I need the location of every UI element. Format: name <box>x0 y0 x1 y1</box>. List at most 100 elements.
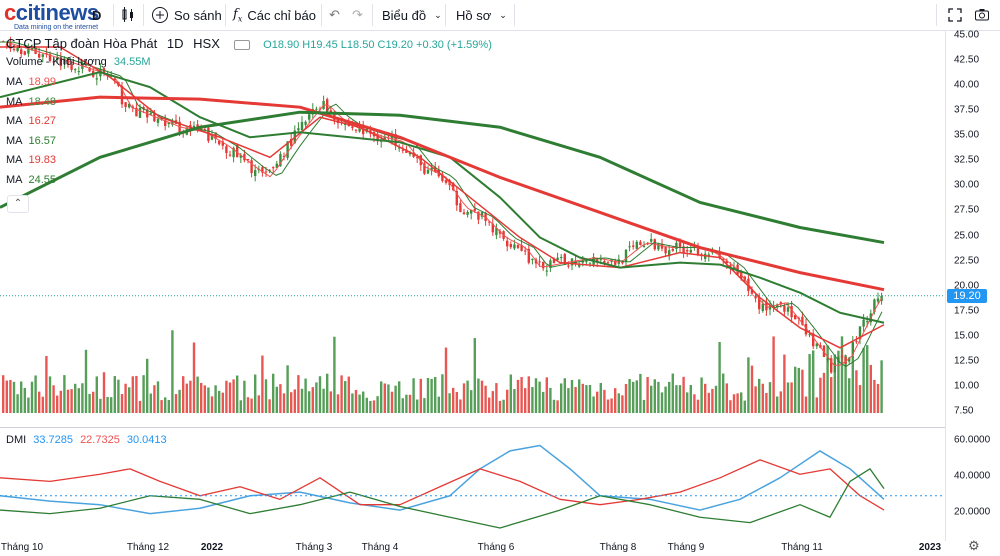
volume-bar <box>192 342 196 413</box>
volume-bar <box>185 383 188 413</box>
volume-bar <box>74 383 77 413</box>
candle-body <box>650 239 653 242</box>
volume-bar <box>459 399 462 413</box>
volume-bar <box>390 391 394 413</box>
volume-bar <box>830 377 833 413</box>
volume-bar <box>628 379 631 413</box>
volume-bar <box>524 388 527 413</box>
volume-bar <box>578 379 581 413</box>
volume-bar <box>200 382 203 413</box>
volume-bar <box>815 397 818 413</box>
volume-bar <box>758 378 761 413</box>
candle-body <box>678 242 682 248</box>
time-tick-label: Tháng 4 <box>361 542 399 553</box>
ma-legend-row: MA 16.27 <box>6 112 56 132</box>
time-axis[interactable]: Tháng 10 Tháng 12 2022 Tháng 3 Tháng 4 Tháng … <box>0 537 945 556</box>
profile-dropdown[interactable]: Hồ sơ ⌄ <box>456 0 507 30</box>
chart-type-dropdown[interactable]: Biểu đồ ⌄ <box>382 0 442 30</box>
exchange-name: HSX <box>193 36 220 51</box>
toolbar-divider <box>514 4 515 26</box>
volume-bar <box>686 392 689 413</box>
redo-icon: ↷ <box>352 7 363 22</box>
candle-body <box>228 154 232 156</box>
ma-legend-row: MA 18.48 <box>6 93 56 113</box>
collapse-legend-icon[interactable] <box>233 39 250 50</box>
candle-body <box>272 167 275 169</box>
toolbar-divider <box>225 4 226 26</box>
price-tick-label: 15.00 <box>954 330 980 342</box>
fullscreen-button[interactable] <box>947 0 963 30</box>
volume-bar <box>246 397 250 413</box>
volume-bar <box>110 397 113 413</box>
indicators-button[interactable]: fx Các chỉ báo <box>233 0 316 30</box>
volume-bar <box>664 386 667 413</box>
ma-legend: MA 18.99 MA 18.48 MA 16.27 MA 16.57 MA 19.83 MA 24.… <box>6 73 56 190</box>
volume-bar <box>750 365 754 413</box>
candle-body <box>95 78 98 80</box>
screenshot-button[interactable] <box>974 0 990 30</box>
collapse-legend-button[interactable]: ⌃ <box>7 195 29 213</box>
candle-body <box>635 241 638 249</box>
volume-bar <box>534 378 538 413</box>
volume-bar <box>509 374 512 413</box>
volume-bar <box>441 374 444 413</box>
undo-button[interactable]: ↶ <box>329 0 340 30</box>
ma-value: 16.57 <box>28 134 57 147</box>
volume-bar <box>383 383 386 413</box>
volume-bar <box>880 360 883 413</box>
ma-legend-row: MA 19.83 <box>6 151 56 171</box>
volume-bar <box>236 375 239 413</box>
redo-button[interactable]: ↷ <box>352 0 363 30</box>
interval-button[interactable]: D <box>92 0 101 30</box>
price-tick-label: 40.00 <box>954 79 980 91</box>
volume-bar <box>592 396 595 413</box>
volume-bar <box>563 378 566 413</box>
volume-bar <box>196 376 199 413</box>
candle-body <box>599 259 602 261</box>
volume-bar <box>506 389 509 413</box>
volume-bar <box>740 392 743 413</box>
candle-body <box>606 262 610 264</box>
volume-bar <box>124 383 127 413</box>
volume-bar <box>639 373 642 413</box>
volume-bar <box>300 388 304 413</box>
volume-bar <box>502 399 505 413</box>
volume-bar <box>768 382 772 413</box>
volume-bar <box>336 394 340 413</box>
compare-button[interactable]: So sánh <box>151 0 222 30</box>
undo-icon: ↶ <box>329 7 340 22</box>
candle-body <box>264 171 268 173</box>
volume-bar <box>786 382 790 413</box>
volume-bar <box>131 376 134 413</box>
volume-bar <box>221 392 224 413</box>
volume-bar <box>671 373 674 413</box>
volume-bar <box>430 378 433 413</box>
volume-bar <box>855 370 858 413</box>
volume-bar <box>822 372 826 413</box>
volume-bar <box>5 380 8 413</box>
citinews-logo: ccitinews Data mining on the internet <box>4 2 99 32</box>
candle-body <box>689 249 692 253</box>
price-axis[interactable]: 45.00 42.50 40.00 37.50 35.00 32.50 30.00 27.50… <box>945 30 1000 541</box>
volume-bar <box>603 389 606 413</box>
fx-icon: fx <box>233 6 243 24</box>
candle-body <box>509 244 512 248</box>
price-tick-label: 35.00 <box>954 129 980 141</box>
pane-divider[interactable] <box>0 427 945 428</box>
settings-gear-icon[interactable]: ⚙ <box>968 538 980 554</box>
candle-style-button[interactable] <box>120 0 136 30</box>
volume-bar <box>380 381 383 413</box>
volume-bar <box>311 387 314 413</box>
profile-label: Hồ sơ <box>456 7 492 23</box>
candle-body <box>686 250 689 252</box>
volume-bar <box>182 376 185 413</box>
candle-body <box>696 248 700 255</box>
volume-bar <box>106 396 109 413</box>
volume-bar <box>63 375 66 413</box>
candle-body <box>671 249 674 251</box>
price-chart[interactable] <box>0 31 945 541</box>
volume-bar <box>434 376 437 413</box>
candle-body <box>513 244 516 249</box>
volume-bar <box>531 387 534 413</box>
toolbar-divider <box>143 4 144 26</box>
